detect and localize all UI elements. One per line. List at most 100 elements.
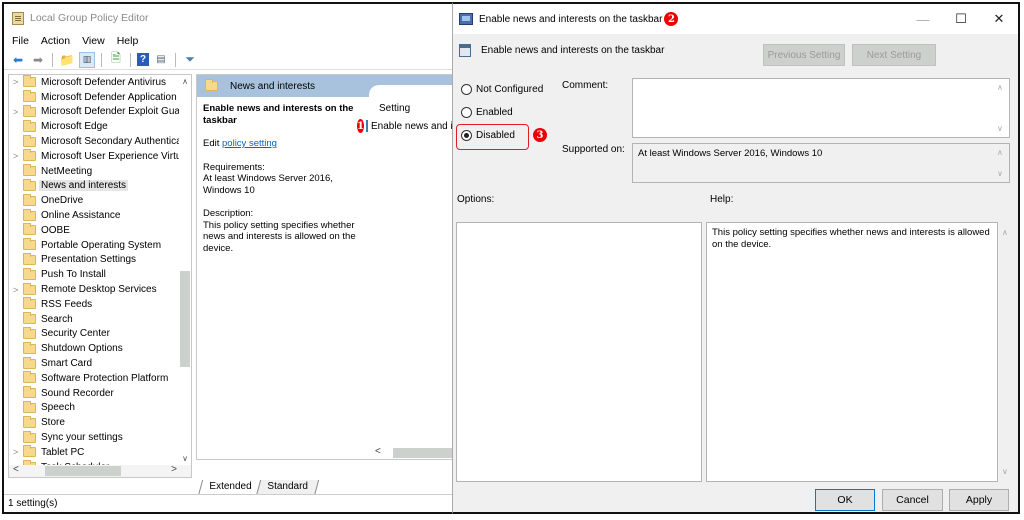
supported-scrollbar[interactable]: ∧ ∨	[997, 144, 1007, 182]
expand-chevron-icon[interactable]: >	[13, 447, 18, 457]
tree-item[interactable]: Software Protection Platform	[9, 371, 191, 386]
tree-item[interactable]: NetMeeting	[9, 164, 191, 179]
status-bar: 1 setting(s)	[4, 494, 456, 512]
tree-item-label: Sync your settings	[41, 432, 123, 444]
next-setting-button[interactable]: Next Setting	[852, 44, 936, 66]
folder-icon	[23, 312, 36, 325]
folder-icon	[23, 400, 36, 413]
ok-button[interactable]: OK	[815, 489, 875, 511]
scroll-up-icon[interactable]: ∧	[179, 77, 191, 86]
tree-item[interactable]: Microsoft Secondary Authentication Facto…	[9, 134, 191, 149]
radio-button-checked[interactable]	[461, 130, 472, 141]
export-list-icon[interactable]: 🗎	[108, 51, 124, 68]
up-folder-icon[interactable]: 📁	[59, 52, 75, 68]
scroll-left-icon[interactable]: <	[375, 446, 381, 457]
tree-item[interactable]: Presentation Settings	[9, 252, 191, 268]
edit-policy-setting-link[interactable]: policy setting	[222, 138, 277, 149]
show-hide-tree-icon[interactable]: ▥	[79, 51, 95, 68]
tree-item-label: Remote Desktop Services	[41, 284, 157, 296]
settings-hscroll-thumb[interactable]	[393, 448, 455, 458]
comment-textarea[interactable]: ∧ ∨	[632, 78, 1010, 138]
expand-chevron-icon[interactable]: >	[13, 151, 18, 161]
folder-icon	[23, 134, 36, 147]
tree-item[interactable]: Online Assistance	[9, 208, 191, 223]
description: Description: This policy setting specifie…	[203, 208, 363, 254]
tree-item[interactable]: Sound Recorder	[9, 386, 191, 401]
tree-vertical-scrollbar[interactable]: ∧ ∨	[179, 75, 191, 465]
help-scrollbar[interactable]: ∧ ∨	[1002, 224, 1012, 480]
back-arrow-icon[interactable]: ⬅	[10, 52, 26, 68]
tree-item[interactable]: Smart Card	[9, 356, 191, 371]
scroll-left-icon[interactable]: <	[13, 464, 19, 475]
tree-item[interactable]: > Microsoft User Experience Virtualizatio…	[9, 149, 191, 164]
properties-icon[interactable]: ▤	[153, 52, 169, 68]
expand-chevron-icon[interactable]: >	[13, 107, 18, 117]
apply-button[interactable]: Apply	[949, 489, 1009, 511]
minimize-icon[interactable]: —	[904, 4, 942, 34]
tree-item[interactable]: RSS Feeds	[9, 297, 191, 312]
menu-help[interactable]: Help	[117, 35, 139, 47]
folder-icon	[23, 149, 36, 162]
policy-tree[interactable]: > Microsoft Defender Antivirus Microsoft D…	[8, 74, 192, 478]
tree-scroll-thumb[interactable]	[180, 271, 190, 367]
tree-item[interactable]: Sync your settings	[9, 430, 191, 445]
tree-horizontal-scrollbar[interactable]: < >	[9, 464, 191, 477]
setting-row-label[interactable]: Enable news and interests on the taskbar	[371, 121, 455, 132]
scroll-down-icon[interactable]: ∨	[179, 454, 191, 463]
toolbar-separator	[52, 52, 53, 67]
menu-action[interactable]: Action	[41, 35, 70, 47]
tree-item-label: Speech	[41, 402, 75, 414]
previous-setting-button[interactable]: Previous Setting	[763, 44, 845, 66]
policy-setting-icon	[365, 120, 368, 132]
tree-item-label: Push To Install	[41, 269, 106, 281]
tree-item[interactable]: Shutdown Options	[9, 341, 191, 356]
tree-item[interactable]: > Microsoft Defender Exploit Guard	[9, 104, 191, 120]
tree-item[interactable]: Microsoft Edge	[9, 119, 191, 134]
setting-column-header[interactable]: Setting	[369, 103, 455, 114]
tree-item[interactable]: > Remote Desktop Services	[9, 282, 191, 297]
radio-button[interactable]	[461, 84, 472, 95]
radio-disabled[interactable]: Disabled	[461, 130, 515, 141]
folder-icon	[23, 178, 36, 191]
tree-item-label: Portable Operating System	[41, 239, 162, 251]
tree-item[interactable]: Portable Operating System	[9, 238, 191, 253]
tree-item-label: Microsoft Defender Antivirus	[41, 76, 167, 88]
menu-file[interactable]: File	[12, 35, 29, 47]
scroll-right-icon[interactable]: >	[171, 464, 177, 475]
forward-arrow-icon[interactable]: ➡	[30, 52, 46, 68]
setting-row[interactable]: 1 Enable news and interests on the taskb…	[357, 119, 455, 133]
tree-item[interactable]: Store	[9, 415, 191, 430]
tree-item[interactable]: > Tablet PC	[9, 445, 191, 460]
help-icon[interactable]: ?	[137, 53, 149, 66]
maximize-icon[interactable]: ☐	[942, 4, 980, 34]
tree-item[interactable]: News and interests	[9, 178, 191, 194]
close-icon[interactable]: ✕	[980, 4, 1018, 34]
tree-item[interactable]: OneDrive	[9, 193, 191, 208]
tree-item[interactable]: Search	[9, 312, 191, 327]
cancel-button[interactable]: Cancel	[882, 489, 943, 511]
tree-item[interactable]: Speech	[9, 400, 191, 416]
comment-scrollbar[interactable]: ∧ ∨	[997, 79, 1007, 137]
subheading-text: Enable news and interests on the taskbar	[481, 45, 665, 56]
expand-chevron-icon[interactable]: >	[13, 285, 18, 295]
tree-item[interactable]: Push To Install	[9, 267, 191, 282]
tree-item[interactable]: Microsoft Defender Application Guard	[9, 90, 191, 105]
tab-standard-label: Standard	[267, 481, 309, 492]
tree-item[interactable]: Security Center	[9, 326, 191, 342]
filter-icon[interactable]: ⏷	[182, 52, 198, 68]
tree-item[interactable]: OOBE	[9, 223, 191, 238]
expand-chevron-icon[interactable]: >	[13, 77, 18, 87]
settings-horizontal-scrollbar[interactable]: <	[369, 446, 455, 459]
menu-view[interactable]: View	[82, 35, 105, 47]
tree-hscroll-thumb[interactable]	[45, 466, 121, 476]
edit-line: Edit policy setting	[203, 138, 363, 150]
folder-icon	[23, 297, 36, 310]
radio-not-configured[interactable]: Not Configured	[461, 84, 543, 95]
comment-value	[633, 79, 1009, 87]
supported-on-field: At least Windows Server 2016, Windows 10…	[632, 143, 1010, 183]
tree-item-label: Presentation Settings	[41, 254, 137, 266]
supported-on-label: Supported on:	[562, 144, 625, 155]
radio-enabled[interactable]: Enabled	[461, 107, 513, 118]
radio-button[interactable]	[461, 107, 472, 118]
tree-item[interactable]: > Microsoft Defender Antivirus	[9, 75, 191, 90]
